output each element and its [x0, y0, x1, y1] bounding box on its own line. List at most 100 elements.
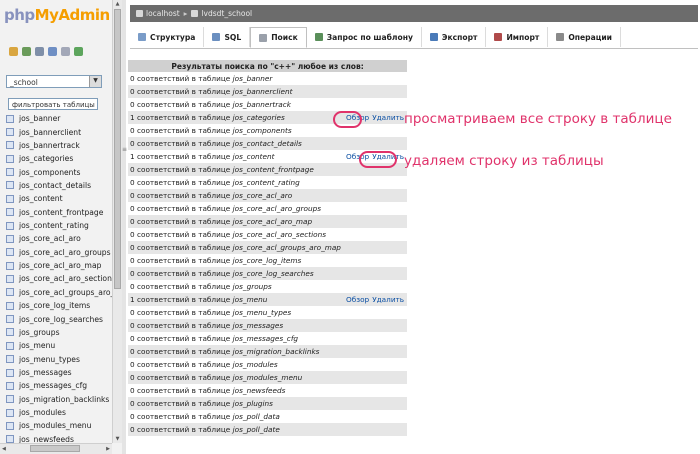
splitter-grip-icon[interactable]: ≡	[122, 146, 127, 153]
sidebar-table-item[interactable]: jos_messages_cfg	[6, 379, 112, 392]
sidebar-table-label[interactable]: jos_menu_types	[19, 355, 80, 364]
table-icon[interactable]	[6, 194, 14, 203]
tab-operations[interactable]: Операции	[548, 27, 621, 47]
sidebar-table-item[interactable]: jos_content_rating	[6, 219, 112, 232]
sidebar-table-label[interactable]: jos_content	[19, 194, 63, 203]
sidebar-table-label[interactable]: jos_content_frontpage	[19, 208, 103, 217]
sidebar-table-item[interactable]: jos_core_log_searches	[6, 312, 112, 325]
delete-link[interactable]: Удалить	[372, 295, 404, 304]
sidebar-table-item[interactable]: jos_bannerclient	[6, 125, 112, 138]
sidebar-table-label[interactable]: jos_modules	[19, 408, 66, 417]
frame-splitter[interactable]: ≡	[122, 0, 127, 454]
table-icon[interactable]	[6, 154, 14, 163]
sidebar-table-label[interactable]: jos_migration_backlinks	[19, 395, 109, 404]
sidebar-table-label[interactable]: jos_core_log_searches	[19, 315, 103, 324]
tab-export[interactable]: Экспорт	[422, 27, 487, 47]
sidebar-table-item[interactable]: jos_core_acl_aro_groups	[6, 246, 112, 259]
sidebar-table-label[interactable]: jos_core_acl_groups_aro_	[19, 288, 112, 297]
table-icon[interactable]	[6, 408, 14, 417]
sidebar-table-item[interactable]: jos_modules	[6, 406, 112, 419]
sidebar-table-label[interactable]: jos_core_acl_aro_groups	[19, 248, 111, 257]
sidebar-table-item[interactable]: jos_bannertrack	[6, 139, 112, 152]
database-select[interactable]: _school ▼	[6, 75, 102, 88]
table-icon[interactable]	[6, 168, 14, 177]
table-icon[interactable]	[6, 181, 14, 190]
table-icon[interactable]	[6, 328, 14, 337]
docs-icon[interactable]	[61, 47, 70, 56]
table-icon[interactable]	[6, 315, 14, 324]
sidebar-table-item[interactable]: jos_components	[6, 165, 112, 178]
sidebar-table-item[interactable]: jos_contact_details	[6, 179, 112, 192]
sidebar-table-item[interactable]: jos_categories	[6, 152, 112, 165]
sidebar-table-item[interactable]: jos_banner	[6, 112, 112, 125]
breadcrumb-database[interactable]: lvdsdt_school	[201, 9, 252, 18]
sql-window-icon[interactable]	[35, 47, 44, 56]
table-icon[interactable]	[6, 221, 14, 230]
chevron-down-icon[interactable]: ▼	[89, 76, 101, 87]
horizontal-scrollbar-thumb[interactable]	[30, 445, 80, 452]
table-icon[interactable]	[6, 248, 14, 257]
table-icon[interactable]	[6, 381, 14, 390]
exit-icon[interactable]	[22, 47, 31, 56]
sidebar-table-label[interactable]: jos_bannerclient	[19, 128, 81, 137]
sidebar-vertical-scrollbar[interactable]: ▲ ▼	[112, 0, 122, 443]
sidebar-table-item[interactable]: jos_core_acl_aro	[6, 232, 112, 245]
reload-icon[interactable]	[74, 47, 83, 56]
sidebar-table-label[interactable]: jos_components	[19, 168, 80, 177]
table-icon[interactable]	[6, 128, 14, 137]
delete-link[interactable]: Удалить	[372, 113, 404, 122]
sidebar-table-label[interactable]: jos_content_rating	[19, 221, 89, 230]
sidebar-table-label[interactable]: jos_core_log_items	[19, 301, 90, 310]
sidebar-table-item[interactable]: jos_content_frontpage	[6, 206, 112, 219]
tab-query[interactable]: Запрос по шаблону	[307, 27, 422, 47]
sidebar-table-item[interactable]: jos_modules_menu	[6, 419, 112, 432]
table-icon[interactable]	[6, 355, 14, 364]
scroll-up-icon[interactable]: ▲	[113, 0, 122, 8]
sidebar-table-label[interactable]: jos_messages	[19, 368, 72, 377]
sidebar-table-item[interactable]: jos_migration_backlinks	[6, 393, 112, 406]
table-icon[interactable]	[6, 395, 14, 404]
sidebar-table-label[interactable]: jos_categories	[19, 154, 73, 163]
sidebar-table-item[interactable]: jos_core_acl_groups_aro_	[6, 286, 112, 299]
scroll-down-icon[interactable]: ▼	[113, 435, 122, 443]
sidebar-table-item[interactable]: jos_groups	[6, 326, 112, 339]
table-icon[interactable]	[6, 274, 14, 283]
table-icon[interactable]	[6, 368, 14, 377]
sidebar-table-label[interactable]: jos_bannertrack	[19, 141, 80, 150]
sidebar-horizontal-scrollbar[interactable]: ◀ ▶	[0, 443, 112, 454]
table-icon[interactable]	[6, 234, 14, 243]
table-icon[interactable]	[6, 341, 14, 350]
sidebar-table-item[interactable]: jos_messages	[6, 366, 112, 379]
sidebar-table-label[interactable]: jos_core_acl_aro_section	[19, 274, 112, 283]
sidebar-table-item[interactable]: jos_menu_types	[6, 352, 112, 365]
table-icon[interactable]	[6, 421, 14, 430]
query-icon[interactable]	[48, 47, 57, 56]
sidebar-table-label[interactable]: jos_groups	[19, 328, 60, 337]
tab-search[interactable]: Поиск	[250, 27, 307, 48]
table-icon[interactable]	[6, 114, 14, 123]
sidebar-table-item[interactable]: jos_content	[6, 192, 112, 205]
browse-link[interactable]: Обзор	[346, 295, 369, 304]
table-icon[interactable]	[6, 141, 14, 150]
table-filter-input[interactable]: фильтровать таблицы г	[8, 98, 98, 110]
tab-import[interactable]: Импорт	[486, 27, 549, 47]
scroll-left-icon[interactable]: ◀	[2, 444, 6, 454]
table-icon[interactable]	[6, 301, 14, 310]
sidebar-table-item[interactable]: jos_core_acl_aro_map	[6, 259, 112, 272]
sidebar-table-label[interactable]: jos_messages_cfg	[19, 381, 87, 390]
home-icon[interactable]	[9, 47, 18, 56]
sidebar-table-label[interactable]: jos_core_acl_aro	[19, 234, 81, 243]
tab-structure[interactable]: Структура	[130, 27, 205, 47]
breadcrumb-server[interactable]: localhost	[146, 9, 180, 18]
sidebar-table-label[interactable]: jos_banner	[19, 114, 60, 123]
scrollbar-thumb[interactable]	[114, 9, 121, 289]
table-icon[interactable]	[6, 261, 14, 270]
table-icon[interactable]	[6, 208, 14, 217]
phpmyadmin-logo[interactable]: phpMyAdmin	[4, 6, 110, 24]
sidebar-table-item[interactable]: jos_menu	[6, 339, 112, 352]
sidebar-table-label[interactable]: jos_core_acl_aro_map	[19, 261, 101, 270]
sidebar-table-item[interactable]: jos_core_acl_aro_section	[6, 272, 112, 285]
scroll-right-icon[interactable]: ▶	[106, 444, 110, 454]
table-icon[interactable]	[6, 288, 14, 297]
tab-sql[interactable]: SQL	[204, 27, 251, 47]
